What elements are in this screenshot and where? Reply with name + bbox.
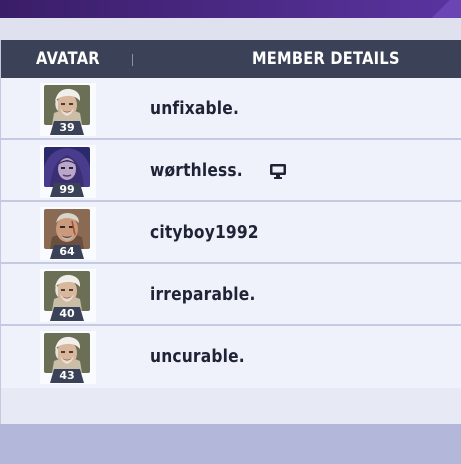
list-empty-space <box>1 388 461 424</box>
member-list: 39 unfixable. 99 wørthless. 64 cityboy19… <box>1 78 461 388</box>
member-name[interactable]: wørthless. <box>150 140 243 202</box>
white-haired-hero-avatar <box>44 333 90 373</box>
bottom-background <box>0 424 461 464</box>
avatar[interactable]: 43 <box>40 331 96 384</box>
member-row[interactable]: 64 cityboy1992 <box>1 202 461 264</box>
avatar[interactable]: 40 <box>40 269 96 322</box>
hooded-purple-hero-icon <box>44 147 90 187</box>
white-haired-hero-avatar <box>44 85 90 125</box>
level-badge: 39 <box>50 121 84 135</box>
member-row[interactable]: 43 uncurable. <box>1 326 461 388</box>
level-badge: 99 <box>50 183 84 197</box>
avatar[interactable]: 99 <box>40 145 96 198</box>
computer-monitor-icon <box>270 164 286 179</box>
member-name[interactable]: cityboy1992 <box>150 202 259 264</box>
level-badge: 40 <box>50 307 84 321</box>
column-divider <box>132 54 133 66</box>
member-row[interactable]: 99 wørthless. <box>1 140 461 202</box>
white-haired-hero-icon <box>44 333 90 373</box>
white-haired-hero-icon <box>44 85 90 125</box>
scarred-hero-icon <box>44 209 90 249</box>
table-header: AVATAR MEMBER DETAILS <box>1 40 461 78</box>
member-name[interactable]: unfixable. <box>150 78 239 140</box>
column-header-avatar: AVATAR <box>36 49 100 69</box>
level-badge: 64 <box>50 245 84 259</box>
member-row[interactable]: 39 unfixable. <box>1 78 461 140</box>
header-gap <box>0 18 461 40</box>
top-banner <box>0 0 461 18</box>
white-haired-hero-icon <box>44 271 90 311</box>
scarred-hero-avatar <box>44 209 90 249</box>
hooded-purple-hero-avatar <box>44 147 90 187</box>
avatar[interactable]: 39 <box>40 83 96 136</box>
level-badge: 43 <box>50 369 84 383</box>
member-name[interactable]: uncurable. <box>150 326 245 388</box>
avatar[interactable]: 64 <box>40 207 96 260</box>
white-haired-hero-avatar <box>44 271 90 311</box>
member-row[interactable]: 40 irreparable. <box>1 264 461 326</box>
column-header-member-details: MEMBER DETAILS <box>252 49 400 69</box>
group-members-panel: AVATAR MEMBER DETAILS 39 unfixable. 99 w… <box>0 40 461 424</box>
member-name[interactable]: irreparable. <box>150 264 256 326</box>
